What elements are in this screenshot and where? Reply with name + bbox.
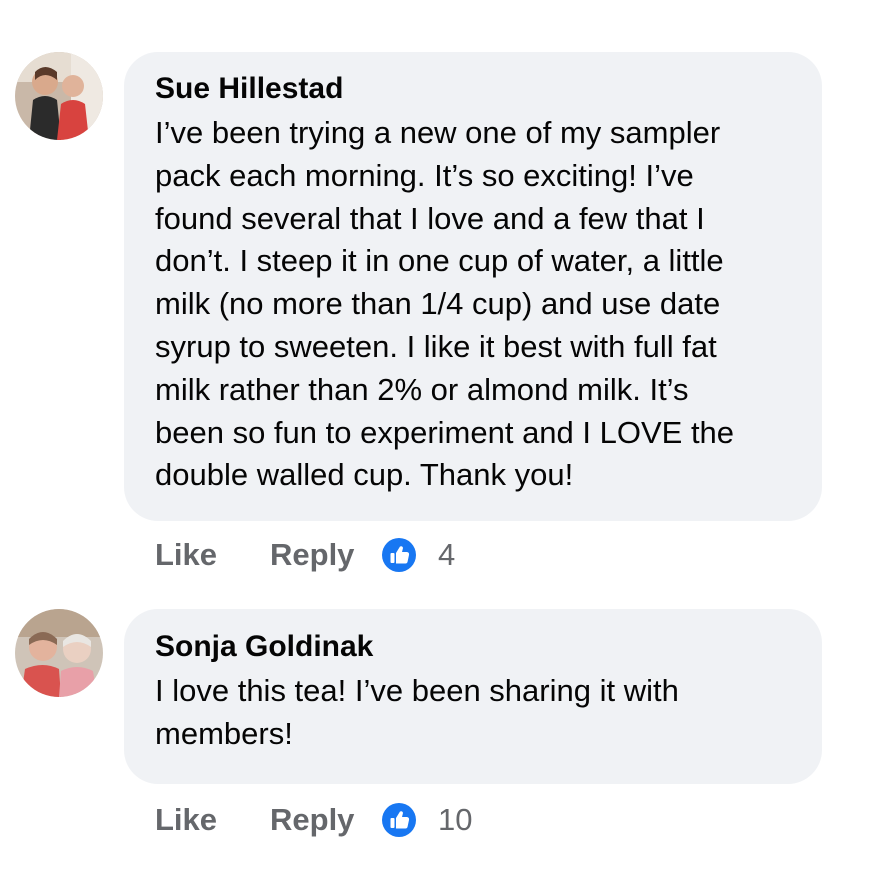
reply-button[interactable]: Reply: [270, 537, 354, 573]
comment-text-line: been so fun to experiment and I LOVE the: [155, 414, 735, 450]
comment-text-line: pack each morning. It’s so exciting! I’v…: [155, 157, 694, 193]
avatar[interactable]: [15, 52, 103, 140]
thumbs-up-icon[interactable]: [382, 803, 416, 837]
comment-text-line: milk (no more than 1/4 cup) and use date: [155, 286, 721, 322]
reaction-count[interactable]: 4: [438, 537, 455, 573]
comment-text-line: don’t. I steep it in one cup of water, a…: [155, 243, 724, 279]
reaction-count[interactable]: 10: [438, 802, 472, 838]
comment-text-line: found several that I love and a few that…: [155, 200, 705, 236]
avatar-photo: [15, 609, 103, 697]
comment-text-line: I love this tea! I’ve been sharing it wi…: [155, 673, 679, 708]
comment-text-line: milk rather than 2% or almond milk. It’s: [155, 371, 689, 407]
like-button[interactable]: Like: [155, 537, 217, 573]
avatar[interactable]: [15, 609, 103, 697]
comment-text-line: double walled cup. Thank you!: [155, 457, 574, 493]
like-button[interactable]: Like: [155, 802, 217, 838]
comment-text: I’ve been trying a new one of my sampler…: [155, 112, 734, 497]
comment-text-line: members!: [155, 715, 293, 751]
comment-text-line: I’ve been trying a new one of my sampler: [155, 115, 721, 150]
comment-text-line: syrup to sweeten. I like it best with fu…: [155, 328, 717, 364]
comment-author[interactable]: Sue Hillestad: [155, 71, 343, 107]
reply-button[interactable]: Reply: [270, 802, 354, 838]
comment-text: I love this tea! I’ve been sharing it wi…: [155, 670, 679, 756]
avatar-photo: [15, 52, 103, 140]
comment-author[interactable]: Sonja Goldinak: [155, 629, 373, 665]
thumbs-up-icon[interactable]: [382, 538, 416, 572]
